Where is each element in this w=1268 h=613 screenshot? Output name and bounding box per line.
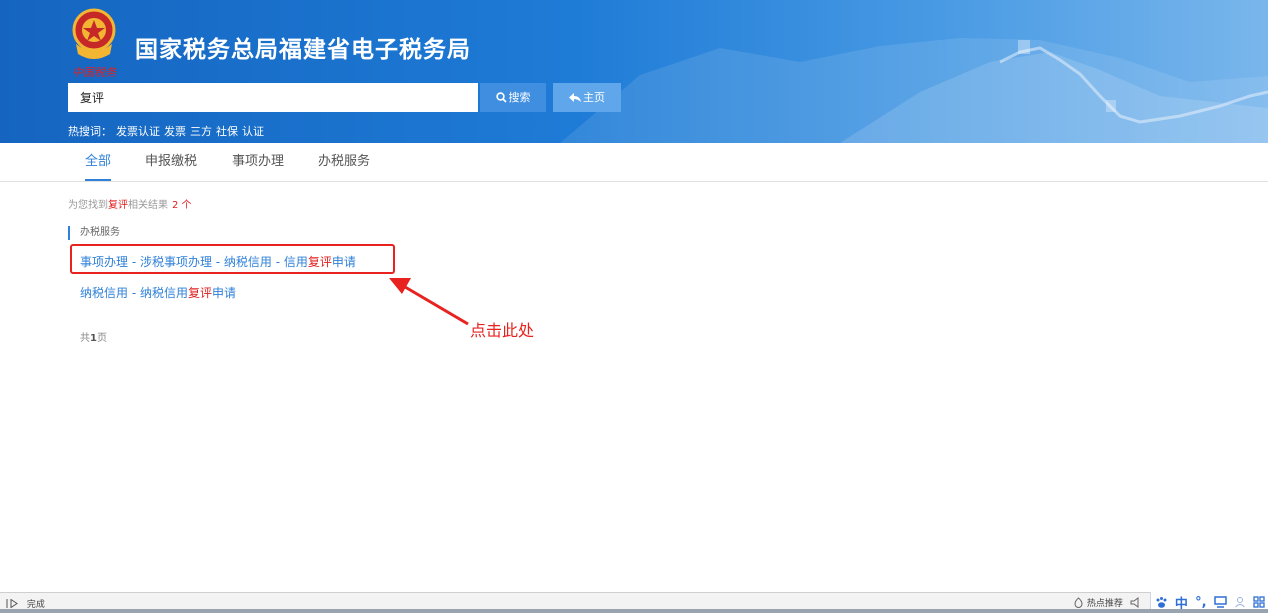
- hot-recommend-icon[interactable]: [1073, 597, 1084, 608]
- section-heading: 办税服务: [68, 226, 120, 240]
- pager-post: 页: [96, 333, 107, 344]
- hot-word-link[interactable]: 发票: [164, 125, 186, 138]
- hot-search-label: 热搜词：: [68, 125, 112, 138]
- search-button-label: 搜索: [508, 91, 531, 104]
- hot-recommend-label[interactable]: 热点推荐: [1087, 599, 1123, 609]
- hot-word-link[interactable]: 发票认证: [116, 125, 160, 138]
- keyboard-icon[interactable]: [1214, 596, 1227, 608]
- search-button[interactable]: 搜索: [480, 83, 546, 112]
- result-text: 纳税信用 - 纳税信用: [80, 286, 188, 300]
- search-icon: [495, 92, 507, 103]
- emblem-text: 中国税务: [72, 66, 117, 78]
- tab-declare-pay-tax[interactable]: 申报缴税: [145, 143, 197, 181]
- result-text: 申请: [211, 286, 236, 300]
- result-link[interactable]: 纳税信用 - 纳税信用复评申请: [80, 284, 236, 301]
- hot-word-link[interactable]: 认证: [242, 125, 264, 138]
- summary-suffix: 相关结果: [128, 200, 168, 211]
- sidebar-toggle-icon[interactable]: [6, 598, 20, 609]
- tab-matter-handling[interactable]: 事项办理: [232, 143, 284, 181]
- ime-punctuation[interactable]: °,: [1195, 595, 1206, 610]
- summary-count: 2 个: [172, 200, 192, 211]
- result-summary: 为您找到复评相关结果 2 个: [68, 196, 192, 211]
- annotation-arrow: [389, 278, 469, 326]
- site-title: 国家税务总局福建省电子税务局: [135, 37, 471, 63]
- user-icon[interactable]: [1234, 596, 1246, 608]
- speaker-icon[interactable]: [1130, 597, 1141, 608]
- status-right: 热点推荐: [1073, 596, 1141, 609]
- site-header: 中国税务 国家税务总局福建省电子税务局 搜索 主页 热搜词： 发票认证发票三方社保…: [0, 0, 1268, 143]
- paw-icon[interactable]: [1155, 596, 1168, 609]
- hot-word-link[interactable]: 三方: [190, 125, 212, 138]
- category-tabs: 全部 申报缴税 事项办理 办税服务: [0, 143, 1268, 182]
- great-wall-background: [560, 38, 1268, 143]
- reply-arrow-icon: [569, 93, 581, 102]
- result-keyword: 复评: [187, 286, 212, 300]
- home-button-label: 主页: [583, 91, 605, 104]
- pager-pre: 共: [80, 333, 90, 344]
- home-button[interactable]: 主页: [553, 83, 621, 112]
- hot-search-bar: 热搜词： 发票认证 发票 三方 社保 认证: [68, 123, 264, 139]
- summary-prefix: 为您找到: [68, 200, 108, 211]
- search-input[interactable]: [68, 83, 478, 112]
- taskbar-strip: [0, 609, 1268, 613]
- summary-keyword: 复评: [108, 200, 128, 211]
- hot-word-link[interactable]: 社保: [216, 125, 238, 138]
- highlight-box: [70, 244, 395, 274]
- pager-number: 1: [90, 333, 97, 344]
- annotation-note: 点击此处: [470, 321, 535, 340]
- grid-icon[interactable]: [1253, 596, 1265, 608]
- tab-tax-service[interactable]: 办税服务: [318, 143, 370, 181]
- tab-all[interactable]: 全部: [85, 143, 112, 181]
- pager: 共1页: [80, 329, 107, 344]
- tax-emblem-logo: 中国税务: [72, 8, 117, 78]
